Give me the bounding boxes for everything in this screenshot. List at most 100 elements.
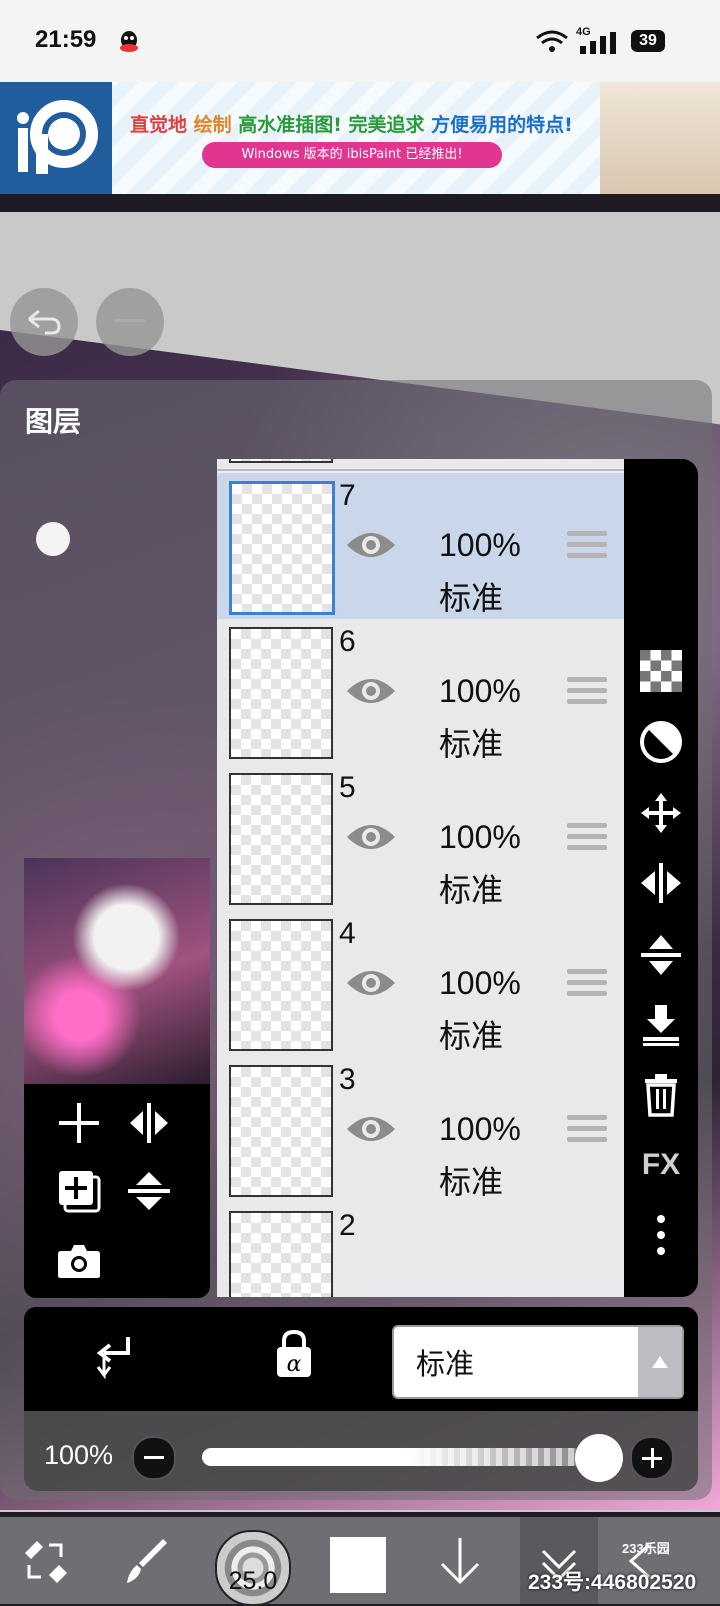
panel-title: 图层 (25, 405, 82, 438)
ad-windows-pill: Windows 版本的 ibisPaint 已经推出! (202, 142, 502, 168)
more-vertical-icon[interactable] (637, 1211, 685, 1259)
eye-icon[interactable] (345, 673, 397, 709)
alpha-lock-button[interactable]: α (274, 1329, 314, 1383)
ad-headline-segment: 直觉地 (130, 114, 194, 136)
eye-icon[interactable] (345, 527, 397, 563)
drag-handle-icon[interactable] (567, 969, 607, 1002)
layer-row[interactable]: 标准 (217, 459, 624, 471)
opacity-slider-thumb[interactable] (575, 1434, 623, 1482)
layer-row[interactable]: 2 (217, 1203, 624, 1297)
drag-handle-icon[interactable] (567, 531, 607, 564)
blend-mode-select[interactable]: 标准 (392, 1325, 684, 1399)
status-time: 21:59 (35, 26, 97, 53)
svg-text:α: α (287, 1352, 302, 1377)
plus-icon (642, 1448, 662, 1468)
layer-row[interactable]: 6 100% 标准 (217, 619, 624, 767)
watermark-text: 233号:446802520 (528, 1571, 697, 1594)
layer-row[interactable]: 5 100% 标准 (217, 765, 624, 913)
ibispaint-logo (0, 82, 112, 194)
drag-handle-icon[interactable] (567, 677, 607, 710)
flip-vertical-icon[interactable] (637, 931, 685, 979)
layer-row[interactable]: 4 100% 标准 (217, 911, 624, 1059)
eye-icon[interactable] (345, 965, 397, 1001)
ad-headline-segment: 完美追求 (348, 114, 432, 136)
clipping-arrow-icon (96, 1337, 130, 1380)
opacity-slider-track[interactable] (202, 1448, 582, 1466)
checker-icon[interactable] (637, 647, 685, 695)
opacity-label: 100% (44, 1440, 114, 1470)
undo-button[interactable] (10, 288, 78, 356)
blend-mode-value: 标准 (416, 1347, 475, 1381)
layer-list[interactable]: 标准 7 100% 标准 6 100% 标准 5 100% 标准 4 100% 标准 3 100% 标准 2 (217, 459, 624, 1297)
camera-button[interactable] (52, 1234, 106, 1288)
opacity-decrease-button[interactable] (132, 1436, 176, 1480)
minus-icon (144, 1456, 164, 1459)
duplicate-icon (59, 1171, 101, 1213)
ad-headline-segment: 绘制 (193, 114, 239, 136)
layer-thumbnail[interactable] (229, 627, 333, 759)
layer-opacity: 100% (439, 673, 521, 709)
panel-opacity-handle[interactable] (36, 522, 70, 556)
layer-opacity: 100% (439, 1111, 521, 1147)
layer-blend-mode: 标准 (439, 871, 504, 909)
drag-handle-icon[interactable] (567, 823, 607, 856)
layer-thumbnail[interactable] (229, 459, 333, 463)
layer-tools: FX (624, 459, 698, 1297)
brush-icon (127, 1538, 167, 1583)
layer-thumbnail[interactable] (229, 1065, 333, 1197)
battery-indicator: 39 (631, 30, 665, 52)
eye-icon[interactable] (345, 1111, 397, 1147)
fx-icon[interactable]: FX (637, 1141, 685, 1189)
layer-thumbnail[interactable] (229, 1211, 333, 1297)
flip-vertical-button[interactable] (122, 1164, 176, 1218)
flip-horizontal-button[interactable] (122, 1096, 176, 1150)
layer-blend-mode: 标准 (439, 579, 504, 617)
layer-opacity: 100% (439, 527, 521, 563)
watermark-logo: 233乐园 (622, 1541, 670, 1556)
clipping-button[interactable] (94, 1335, 134, 1383)
qq-icon (120, 31, 138, 52)
redo-button[interactable] (96, 288, 164, 356)
undo-icon (28, 309, 61, 335)
eye-icon[interactable] (345, 819, 397, 855)
layer-number: 6 (339, 625, 356, 658)
ad-headline: 直觉地 绘制 高水准插图! 完美追求 方便易用的特点! (130, 110, 573, 137)
layer-thumbnail[interactable] (229, 481, 335, 615)
status-bar: 21:59 4G 39 (0, 0, 720, 82)
flip-vertical-icon (128, 1172, 170, 1210)
ad-banner[interactable]: 直觉地 绘制 高水准插图! 完美追求 方便易用的特点! Windows 版本的 … (0, 82, 720, 194)
tool-selection-button[interactable] (10, 1517, 80, 1604)
move-icon[interactable] (637, 789, 685, 837)
layer-number: 3 (339, 1063, 356, 1096)
layer-row[interactable]: 3 100% 标准 (217, 1057, 624, 1205)
opacity-increase-button[interactable] (630, 1436, 674, 1480)
drag-handle-icon[interactable] (567, 1115, 607, 1148)
trash-icon[interactable] (637, 1071, 685, 1119)
flip-horizontal-icon[interactable] (637, 859, 685, 907)
canvas-preview[interactable] (24, 858, 210, 1084)
layer-blend-mode: 标准 (439, 725, 504, 763)
layer-row[interactable]: 7 100% 标准 (217, 473, 624, 621)
camera-icon (58, 1245, 100, 1278)
wifi-icon (536, 30, 568, 52)
layer-down-button[interactable] (425, 1517, 495, 1604)
signal-icon (580, 32, 616, 54)
alpha-lock-icon: α (277, 1329, 311, 1377)
layer-blend-mode: 标准 (439, 1017, 504, 1055)
layer-thumbnail[interactable] (229, 773, 333, 905)
layer-opacity: 100% (439, 965, 521, 1001)
color-swatch[interactable] (330, 1537, 386, 1593)
layer-number: 2 (339, 1209, 356, 1242)
arrow-down-icon (440, 1537, 480, 1584)
brush-size-value: 25.0 (228, 1567, 278, 1595)
add-layer-button[interactable] (52, 1096, 106, 1150)
layer-thumbnail[interactable] (229, 919, 333, 1051)
ad-character-image (600, 82, 720, 194)
duplicate-layer-button[interactable] (52, 1164, 106, 1218)
layer-number: 7 (339, 479, 356, 512)
half-circle-icon[interactable] (637, 718, 685, 766)
merge-down-icon[interactable] (637, 1001, 685, 1049)
redo-icon (115, 319, 145, 322)
layer-add-tools (24, 1084, 210, 1298)
brush-tool-button[interactable] (110, 1517, 180, 1604)
